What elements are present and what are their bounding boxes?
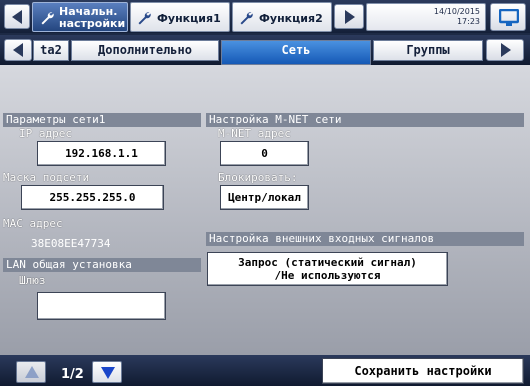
- tab-network[interactable]: Сеть: [221, 40, 371, 65]
- gateway-label: Шлюз: [19, 274, 46, 287]
- initial-settings-label-2: настройки: [59, 17, 126, 30]
- subnet-mask-label: Маска подсети: [3, 171, 90, 184]
- tab-scroll-left-button[interactable]: [4, 39, 32, 61]
- lock-mode-button[interactable]: Центр/локал: [220, 185, 309, 210]
- wrench-icon: [138, 12, 151, 25]
- monitor-icon: [499, 9, 519, 26]
- tab-scroll-right-button[interactable]: [486, 39, 524, 61]
- arrow-right-icon: [501, 43, 511, 57]
- arrow-left-icon: [12, 10, 22, 24]
- lan-general-section-title: LAN общая установка: [3, 258, 201, 272]
- function2-button[interactable]: Функция2: [232, 2, 332, 32]
- datetime-display: 14/10/2015 17:23: [366, 3, 486, 31]
- time-text: 17:23: [456, 17, 480, 26]
- external-signal-request-button[interactable]: Запрос (статический сигнал) /Не использу…: [207, 252, 448, 286]
- save-settings-button[interactable]: Сохранить настройки: [322, 358, 524, 384]
- date-text: 14/10/2015: [433, 7, 480, 16]
- tab-additional[interactable]: Дополнительно: [71, 40, 219, 61]
- external-signals-section-title: Настройка внешних входных сигналов: [206, 232, 524, 246]
- wrench-icon: [41, 12, 54, 25]
- tab-network-label: Сеть: [281, 43, 311, 57]
- prev-screen-button[interactable]: [4, 4, 30, 29]
- gateway-field[interactable]: [37, 292, 166, 320]
- mnet-address-field[interactable]: 0: [220, 141, 309, 166]
- lock-label: Блокировать:: [218, 171, 298, 184]
- mac-address-label: MAC адрес: [3, 217, 63, 230]
- initial-settings-button[interactable]: Начальн. настройки: [32, 2, 128, 32]
- monitor-button[interactable]: [490, 3, 526, 31]
- function1-label: Функция1: [157, 12, 221, 25]
- tab-partial-label: ta2: [40, 43, 62, 57]
- arrow-up-icon: [25, 366, 39, 378]
- tab-groups[interactable]: Группы: [373, 40, 483, 61]
- mnet-address-label: M-NET адрес: [218, 127, 291, 140]
- ip-address-field[interactable]: 192.168.1.1: [37, 141, 166, 166]
- function2-label: Функция2: [259, 12, 323, 25]
- arrow-down-icon: [101, 367, 115, 379]
- tab-partial[interactable]: ta2: [33, 40, 69, 61]
- page-down-button[interactable]: [92, 361, 122, 383]
- tab-additional-label: Дополнительно: [98, 43, 192, 57]
- tab-groups-label: Группы: [406, 43, 450, 57]
- page-indicator: 1/2: [61, 367, 84, 382]
- network-params-section-title: Параметры сети1: [3, 113, 201, 127]
- ip-address-label: IP адрес: [19, 127, 72, 140]
- arrow-right-icon: [345, 10, 355, 24]
- external-signal-line1: Запрос (статический сигнал): [238, 256, 417, 269]
- mac-address-value: 38E08EE47734: [31, 237, 111, 250]
- function1-button[interactable]: Функция1: [130, 2, 230, 32]
- wrench-icon: [240, 12, 253, 25]
- arrow-left-icon: [13, 43, 23, 57]
- next-screen-button[interactable]: [334, 4, 364, 29]
- mnet-section-title: Настройка M-NET сети: [206, 113, 524, 127]
- page-up-button[interactable]: [16, 361, 46, 383]
- external-signal-line2: /Не используются: [274, 269, 381, 282]
- subnet-mask-field[interactable]: 255.255.255.0: [21, 185, 164, 210]
